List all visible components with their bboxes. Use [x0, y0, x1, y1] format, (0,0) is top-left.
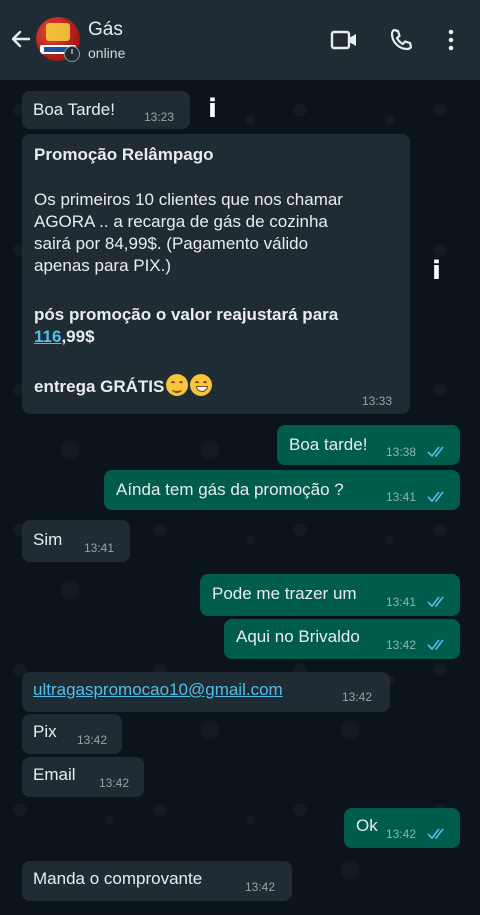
info-icon: i	[208, 94, 217, 124]
promo-body-line: AGORA .. a recarga de gás de cozinha	[34, 212, 328, 231]
price-link[interactable]: 116	[34, 327, 61, 346]
message-incoming[interactable]: Boa Tarde! 13:23	[22, 91, 190, 129]
email-link[interactable]: ultragaspromocao10@gmail.com	[33, 680, 283, 700]
contact-status: online	[88, 45, 126, 61]
read-receipt-icon	[427, 828, 444, 840]
message-incoming-promo[interactable]: Promoção Relâmpago Os primeiros 10 clien…	[22, 134, 410, 414]
back-arrow-icon[interactable]	[8, 26, 34, 52]
message-text: Pix	[33, 722, 57, 741]
promo-footer: entrega GRÁTIS	[34, 374, 213, 398]
message-outgoing[interactable]: Aínda tem gás da promoção ? 13:41	[104, 470, 460, 510]
message-time: 13:42	[386, 638, 417, 652]
grinning-face-emoji	[190, 374, 213, 396]
message-incoming[interactable]: Sim 13:41	[22, 520, 130, 562]
voice-call-icon[interactable]	[388, 27, 414, 58]
promo-after-line: pós promoção o valor reajustará para	[34, 305, 339, 324]
message-time: 13:23	[144, 110, 175, 124]
message-time: 13:42	[245, 880, 276, 894]
promo-after-price: 116,99$	[34, 327, 95, 346]
message-incoming[interactable]: ultragaspromocao10@gmail.com 13:42	[22, 672, 390, 712]
message-outgoing[interactable]: Boa tarde! 13:38	[277, 425, 460, 465]
read-receipt-icon	[427, 596, 444, 608]
message-incoming[interactable]: Manda o comprovante 13:42	[22, 861, 292, 901]
message-text: Aínda tem gás da promoção ?	[116, 480, 344, 499]
relieved-face-emoji	[166, 374, 189, 396]
contact-name[interactable]: Gás	[88, 19, 123, 41]
video-call-icon[interactable]	[330, 28, 358, 57]
message-time: 13:41	[386, 595, 417, 609]
chat-header: Gás online	[0, 0, 480, 80]
message-time: 13:41	[386, 490, 417, 504]
message-time: 13:38	[386, 445, 417, 459]
read-receipt-icon	[427, 446, 444, 458]
message-time: 13:42	[99, 776, 130, 790]
message-text: Manda o comprovante	[33, 869, 203, 888]
message-text: Sim	[33, 530, 63, 549]
message-outgoing[interactable]: Ok 13:42	[344, 808, 460, 848]
message-time: 13:33	[362, 394, 393, 408]
message-text: Pode me trazer um	[212, 584, 357, 603]
promo-body-line: sairá por 84,99$. (Pagamento válido	[34, 234, 309, 253]
message-time: 13:41	[84, 541, 115, 555]
more-options-icon[interactable]	[446, 28, 456, 57]
message-outgoing[interactable]: Aqui no Brivaldo 13:42	[224, 619, 460, 659]
message-time: 13:42	[77, 733, 108, 747]
message-text: Email	[33, 765, 76, 784]
read-receipt-icon	[427, 639, 444, 651]
message-text: Boa tarde!	[289, 435, 368, 454]
info-icon: i	[432, 256, 441, 286]
message-time: 13:42	[386, 827, 417, 841]
promo-body-line: apenas para PIX.)	[34, 256, 172, 275]
promo-body-line: Os primeiros 10 clientes que nos chamar	[34, 190, 343, 209]
promo-title: Promoção Relâmpago	[34, 145, 214, 164]
message-outgoing[interactable]: Pode me trazer um 13:41	[200, 574, 460, 616]
message-time: 13:42	[342, 690, 373, 704]
bottom-edge	[0, 905, 480, 915]
message-text: Aqui no Brivaldo	[236, 627, 360, 646]
message-incoming[interactable]: Pix 13:42	[22, 714, 122, 754]
status-clock-icon	[64, 46, 80, 62]
read-receipt-icon	[427, 491, 444, 503]
message-incoming[interactable]: Email 13:42	[22, 757, 144, 797]
message-text: Boa Tarde!	[33, 100, 115, 119]
message-text: Ok	[356, 816, 378, 835]
